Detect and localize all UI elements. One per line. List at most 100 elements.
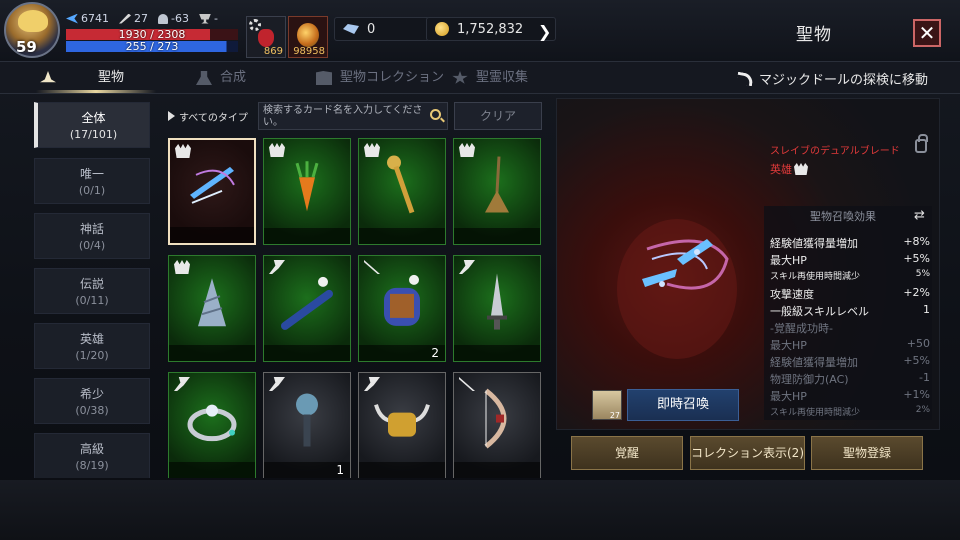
scroll-count: 27 (609, 411, 620, 420)
category-count: (0/11) (75, 294, 109, 307)
rare-rank-icon (174, 377, 190, 391)
gold-currency: 1,752,832 (426, 17, 556, 41)
magic-doll-expedition-link[interactable]: マジックドールの探検に移動 (736, 69, 928, 88)
bottom-area (0, 480, 960, 540)
chevron-right-icon[interactable]: ❯ (538, 22, 551, 41)
crystal-amount: 0 (367, 21, 376, 37)
orb-potion-count: 98958 (293, 46, 325, 57)
carrot-icon (287, 157, 327, 217)
category-list: 全体 (17/101) 唯一 (0/1) 神話 (0/4) 伝説 (0/11) 英雄 (1… (28, 98, 156, 478)
category-myth[interactable]: 神話 (0/4) (34, 213, 150, 259)
tab-synthesis[interactable]: 合成 (196, 62, 246, 94)
red-potion-count: 869 (263, 46, 283, 57)
dual-blade-icon (182, 154, 242, 218)
relic-card-dagger[interactable] (453, 255, 541, 362)
defense-stat: -63 (158, 12, 189, 25)
effect-label: 最大HP (770, 339, 807, 352)
category-count: (0/38) (75, 404, 109, 417)
card-count: 1 (336, 463, 344, 477)
summon-scroll-item[interactable]: 27 (592, 390, 622, 420)
relic-card-dual-blade[interactable] (168, 138, 256, 245)
effect-label: 最大HP (770, 390, 807, 403)
curved-arrow-icon (736, 71, 754, 86)
tab-relic-collection[interactable]: 聖物コレクション (316, 62, 444, 94)
potion-slot-orb[interactable]: 98958 (288, 16, 328, 58)
helmet-icon (158, 13, 168, 24)
category-unique[interactable]: 唯一 (0/1) (34, 158, 150, 204)
category-count: (0/1) (78, 184, 106, 197)
effect-label: 物理防御力(AC) (770, 373, 849, 386)
category-rare[interactable]: 希少 (0/38) (34, 378, 150, 424)
effect-label: 一般級スキルレベル (770, 305, 869, 318)
card-footer (359, 228, 445, 244)
relic-card-bow[interactable] (453, 372, 541, 478)
effect-row: 攻撃速度 +2% (770, 286, 930, 302)
relic-card-carrot[interactable] (263, 138, 351, 245)
type-filter-button[interactable]: すべてのタイプ (168, 109, 252, 124)
relic-name: スレイブのデュアルブレード (770, 146, 900, 157)
relic-card-ring[interactable] (168, 372, 256, 478)
broom-icon (477, 152, 517, 220)
lock-icon[interactable] (915, 134, 928, 153)
clear-button[interactable]: クリア (454, 102, 542, 130)
effect-label: -覚醒成功時- (770, 322, 833, 335)
gear-icon[interactable] (249, 19, 261, 31)
effect-row: 最大HP +50 (770, 337, 930, 353)
avatar[interactable]: 59 (4, 2, 60, 58)
filter-row: すべてのタイプ (168, 102, 252, 130)
star-icon (452, 71, 468, 84)
sword-icon (119, 13, 131, 24)
category-legend[interactable]: 伝説 (0/11) (34, 268, 150, 314)
instant-summon-button[interactable]: 即時召喚 (627, 389, 739, 421)
tab-label: 聖物コレクション (340, 70, 445, 85)
effect-row: 最大HP +5% (770, 252, 930, 268)
mace-icon (287, 386, 327, 454)
tab-label: 合成 (220, 70, 247, 85)
tab-spirit-collection[interactable]: 聖霊収集 (452, 62, 528, 94)
relic-card-grid: 21 (168, 138, 544, 478)
category-premium[interactable]: 高級 (8/19) (34, 433, 150, 478)
effect-title: 聖物召喚効果 (810, 210, 876, 223)
relic-card-bat[interactable] (263, 255, 351, 362)
effect-value: +8% (903, 235, 930, 248)
category-all[interactable]: 全体 (17/101) (34, 102, 150, 148)
awaken-button[interactable]: 覚醒 (571, 436, 683, 470)
card-footer (169, 345, 255, 361)
gold-coin-icon (435, 22, 449, 36)
trophy-icon (198, 13, 211, 24)
defense-value: -63 (171, 12, 189, 25)
mp-text: 255 / 273 (125, 40, 179, 53)
relic-card-broom[interactable] (453, 138, 541, 245)
close-button[interactable]: ✕ (913, 19, 941, 47)
category-name: 神話 (79, 222, 104, 236)
category-hero[interactable]: 英雄 (1/20) (34, 323, 150, 369)
relic-card-mace[interactable]: 1 (263, 372, 351, 478)
crystal-icon (343, 24, 359, 34)
relic-card-glove[interactable]: 2 (358, 255, 446, 362)
collection-view-button[interactable]: コレクション表示(2) (690, 436, 805, 470)
relic-card-scepter[interactable] (358, 138, 446, 245)
effect-value: -1 (919, 371, 930, 384)
potion-slot-red[interactable]: 869 (246, 16, 286, 58)
effect-label: 経験値獲得量増加 (770, 356, 858, 369)
swap-arrows-icon[interactable]: ⇄ (914, 208, 925, 223)
trophy-value: - (213, 12, 218, 25)
orb-potion-icon (297, 23, 319, 47)
effect-label: 最大HP (770, 254, 807, 267)
play-triangle-icon (168, 111, 175, 121)
search-input[interactable]: 検索するカード名を入力してください。 (258, 102, 448, 130)
rare-rank-icon (364, 377, 380, 391)
category-name: 全体 (81, 111, 106, 125)
rare-rank-icon (269, 377, 285, 391)
hero-rank-icon (269, 143, 285, 157)
register-relic-button[interactable]: 聖物登録 (811, 436, 923, 470)
dagger-icon (477, 269, 517, 337)
search-icon[interactable] (430, 109, 441, 120)
effect-value: 1 (923, 303, 930, 316)
active-tab-indicator (36, 90, 156, 93)
relic-card-drill[interactable] (168, 255, 256, 362)
category-count: (1/20) (75, 349, 109, 362)
rank-label: 英雄 (770, 163, 792, 176)
card-footer (454, 462, 540, 478)
relic-card-horned-helm[interactable] (358, 372, 446, 478)
